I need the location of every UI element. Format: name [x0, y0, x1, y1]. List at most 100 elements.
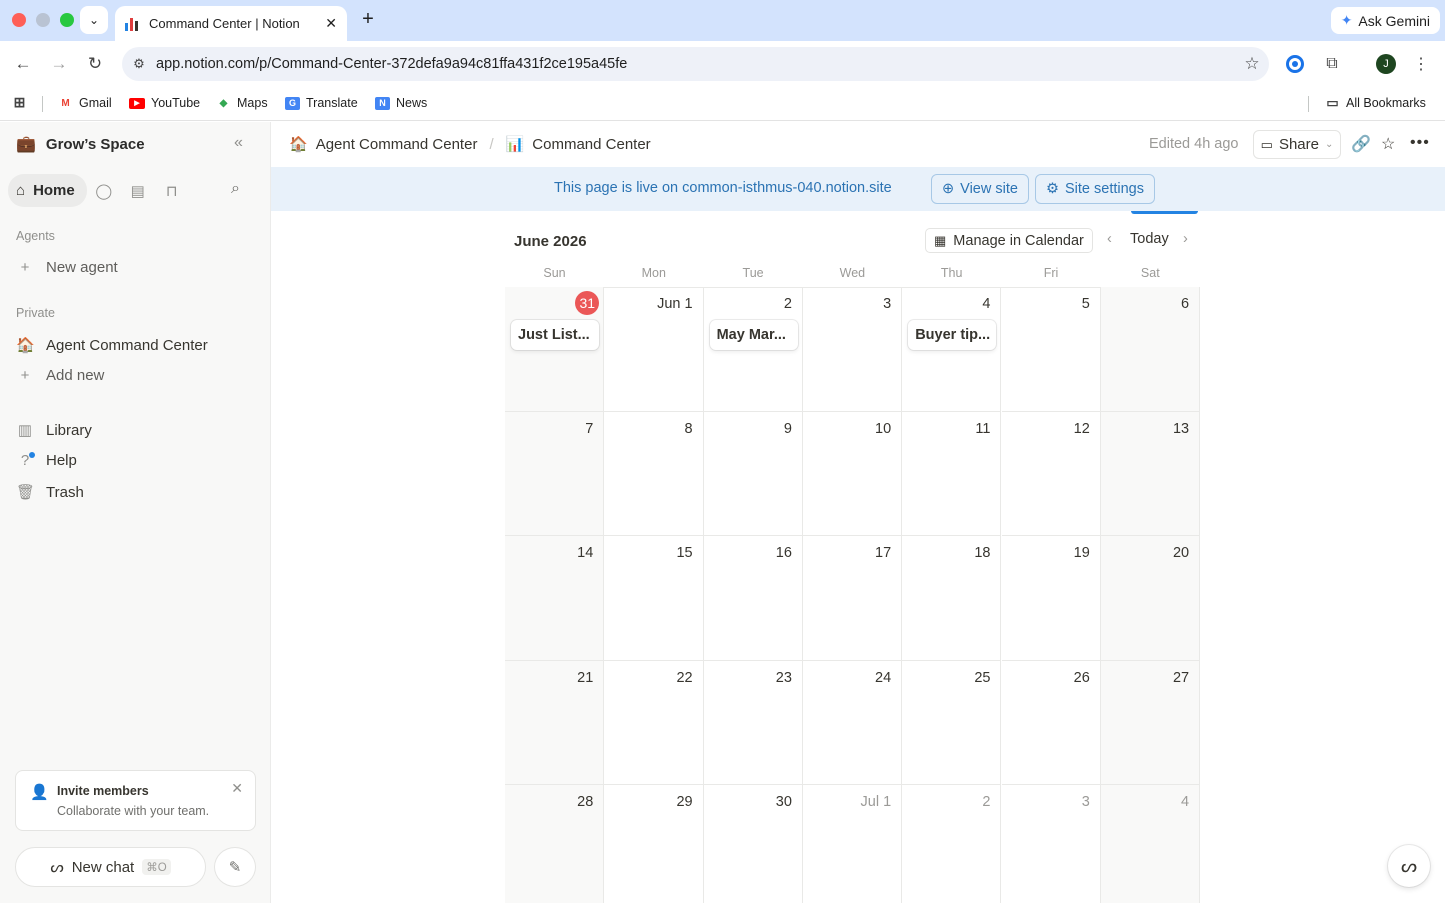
calendar-day-cell[interactable]: 25: [902, 660, 1002, 786]
event-card[interactable]: Buyer tip...: [908, 320, 997, 350]
meeting-notes-icon[interactable]: ▤: [121, 174, 155, 207]
inbox-icon[interactable]: ⊓: [155, 174, 189, 207]
search-icon[interactable]: ⌕: [231, 180, 240, 198]
site-settings-button[interactable]: ⚙ Site settings: [1035, 174, 1155, 204]
forward-arrow-icon[interactable]: →: [47, 52, 71, 76]
calendar-day-cell[interactable]: 19: [1001, 536, 1101, 661]
profile-avatar[interactable]: J: [1376, 54, 1396, 74]
compose-icon[interactable]: ✎: [214, 847, 256, 887]
calendar-day-cell[interactable]: 2: [902, 785, 1002, 903]
chat-bubble-icon[interactable]: ◯: [87, 174, 121, 207]
calendar-month-title: June 2026: [514, 233, 587, 250]
sidebar-item-agent-command-center[interactable]: 🏠 Agent Command Center: [16, 336, 208, 355]
previous-month-icon[interactable]: ‹: [1107, 231, 1112, 247]
sidebar-item-help[interactable]: ? Help: [16, 452, 77, 469]
breadcrumb-parent[interactable]: Agent Command Center: [316, 136, 478, 153]
calendar-day-cell[interactable]: 6: [1100, 287, 1201, 412]
calendar-day-cell[interactable]: 2 May Mar...: [703, 287, 803, 412]
bookmark-star-icon[interactable]: ☆: [1235, 54, 1269, 74]
bookmark-youtube[interactable]: ▶ YouTube: [129, 96, 200, 110]
scrolled-button-edge: [1131, 211, 1198, 214]
browser-tab-active[interactable]: Command Center | Notion ✕: [115, 6, 347, 41]
site-info-icon[interactable]: ⚙: [122, 56, 156, 72]
calendar-day-cell[interactable]: 20: [1100, 536, 1201, 661]
bookmark-news[interactable]: N News: [375, 96, 427, 110]
all-bookmarks-button[interactable]: ▭ All Bookmarks: [1325, 95, 1426, 110]
calendar-day-cell[interactable]: Jun 1: [604, 287, 704, 412]
tab-close-icon[interactable]: ✕: [325, 15, 337, 32]
invite-subtitle: Collaborate with your team.: [57, 804, 210, 818]
calendar-day-cell[interactable]: 11: [902, 411, 1002, 537]
calendar-day-cell[interactable]: 13: [1100, 411, 1201, 537]
new-agent-button[interactable]: + New agent: [16, 259, 118, 276]
next-month-icon[interactable]: ›: [1183, 231, 1188, 247]
extension-circle-icon[interactable]: [1286, 55, 1304, 73]
close-icon[interactable]: ✕: [231, 780, 243, 797]
calendar-day-cell[interactable]: 24: [802, 660, 903, 786]
calendar-day-cell[interactable]: 5: [1001, 287, 1101, 412]
close-window-button[interactable]: [12, 13, 26, 27]
calendar-day-cell[interactable]: 8: [604, 411, 704, 537]
calendar-day-cell[interactable]: 12: [1001, 411, 1101, 537]
calendar-day-cell[interactable]: 30: [704, 785, 803, 903]
calendar-day-cell[interactable]: 18: [902, 536, 1002, 661]
sidebar-item-trash[interactable]: 🗑 Trash: [16, 483, 84, 502]
calendar-day-cell[interactable]: 22: [604, 660, 704, 786]
add-new-page-button[interactable]: + Add new: [16, 367, 105, 384]
calendar-day-cell[interactable]: 26: [1001, 660, 1101, 786]
url-text[interactable]: app.notion.com/p/Command-Center-372defa9…: [156, 56, 1235, 72]
sidebar-item-home[interactable]: ⌂ Home: [8, 174, 87, 207]
browser-menu-icon[interactable]: ⋮: [1410, 53, 1432, 75]
calendar-day-cell[interactable]: 14: [505, 536, 605, 661]
calendar-day-cell[interactable]: 31 Just List...: [505, 287, 605, 412]
calendar-day-cell[interactable]: 4 Buyer tip...: [902, 287, 1002, 412]
calendar-day-cell[interactable]: 4: [1100, 785, 1201, 903]
calendar-day-cell[interactable]: 28: [505, 785, 605, 903]
more-options-icon[interactable]: •••: [1410, 134, 1430, 152]
new-chat-button[interactable]: ᔕ New chat ⌘O: [15, 847, 206, 887]
day-number: 5: [1081, 296, 1090, 312]
today-button[interactable]: Today: [1130, 231, 1169, 247]
calendar-day-cell[interactable]: 17: [802, 536, 903, 661]
calendar-day-cell[interactable]: 27: [1100, 660, 1201, 786]
calendar-day-cell[interactable]: Jul 1: [803, 785, 903, 903]
bookmark-maps[interactable]: ◆ Maps: [216, 96, 268, 110]
favorite-star-icon[interactable]: ☆: [1381, 134, 1395, 154]
sidebar-item-library[interactable]: ▥ Library: [16, 421, 92, 440]
workspace-switcher[interactable]: 💼 Grow’s Space: [16, 134, 145, 154]
new-tab-button[interactable]: +: [356, 8, 380, 31]
calendar-day-cell[interactable]: 16: [703, 536, 803, 661]
breadcrumb-current[interactable]: Command Center: [532, 136, 650, 153]
back-arrow-icon[interactable]: ←: [11, 52, 35, 76]
calendar-day-cell[interactable]: 23: [703, 660, 803, 786]
page-header: 🏠 Agent Command Center / 📊 Command Cente…: [271, 122, 1445, 167]
chart-favicon-icon: [125, 17, 139, 31]
ask-gemini-button[interactable]: ✦ Ask Gemini: [1330, 7, 1440, 34]
calendar-day-cell[interactable]: 21: [505, 660, 605, 786]
collapse-sidebar-icon[interactable]: «: [234, 134, 243, 152]
apps-grid-icon[interactable]: ⊞: [12, 94, 27, 110]
calendar-day-cell[interactable]: 9: [703, 411, 803, 537]
manage-in-calendar-button[interactable]: ▦ Manage in Calendar: [925, 228, 1093, 253]
minimize-window-button[interactable]: [36, 13, 50, 27]
copy-link-icon[interactable]: 🔗: [1351, 134, 1371, 154]
calendar-day-cell[interactable]: 3: [802, 287, 903, 412]
bookmark-translate[interactable]: G Translate: [285, 96, 358, 110]
maximize-window-button[interactable]: [60, 13, 74, 27]
address-bar[interactable]: ⚙ app.notion.com/p/Command-Center-372def…: [122, 47, 1269, 81]
tab-search-chevron-icon[interactable]: ⌄: [80, 6, 108, 34]
calendar-day-cell[interactable]: 7: [505, 411, 605, 537]
extensions-puzzle-icon[interactable]: ⧉: [1321, 53, 1343, 75]
bookmark-gmail[interactable]: M Gmail: [58, 96, 111, 110]
calendar-day-cell[interactable]: 10: [802, 411, 903, 537]
event-card[interactable]: May Mar...: [709, 320, 798, 350]
event-card[interactable]: Just List...: [511, 320, 599, 350]
share-button[interactable]: ▭ Share ⌄: [1253, 130, 1341, 159]
calendar-day-cell[interactable]: 3: [1002, 785, 1101, 903]
calendar-day-cell[interactable]: 15: [604, 536, 704, 661]
calendar-day-cell[interactable]: 29: [604, 785, 704, 903]
notion-ai-face-icon[interactable]: ᔕ: [1388, 845, 1430, 887]
reload-icon[interactable]: ↻: [83, 52, 107, 76]
view-site-button[interactable]: ⊕ View site: [931, 174, 1029, 204]
invite-members-card[interactable]: 👤 Invite members Collaborate with your t…: [15, 770, 256, 831]
